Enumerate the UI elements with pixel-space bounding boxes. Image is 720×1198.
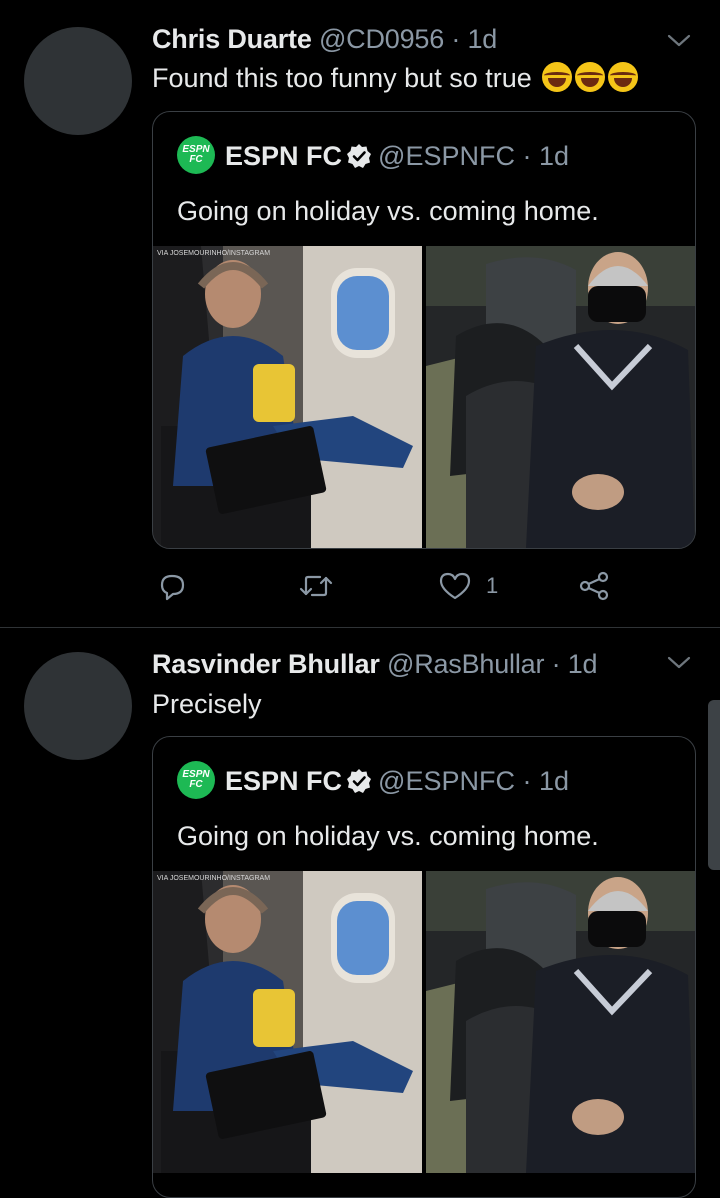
media-grid: VIA JOSEMOURINHO/INSTAGRAM: [153, 871, 695, 1173]
chevron-down-icon[interactable]: [664, 648, 694, 678]
photo-airplane-seat[interactable]: VIA JOSEMOURINHO/INSTAGRAM: [153, 246, 422, 548]
photo-coach-seat[interactable]: [426, 246, 695, 548]
coach-seat-photo-illustration: [426, 246, 695, 548]
tears-of-joy-emoji-icon: [542, 62, 573, 92]
avatar[interactable]: [24, 27, 132, 135]
separator: ·: [451, 24, 461, 54]
verified-badge-icon: [347, 144, 372, 168]
photo-airplane-seat[interactable]: VIA JOSEMOURINHO/INSTAGRAM: [153, 871, 422, 1173]
airplane-seat-photo-illustration: VIA JOSEMOURINHO/INSTAGRAM: [153, 246, 422, 548]
quoted-tweet-text: Going on holiday vs. coming home.: [177, 821, 599, 851]
tweet-text: Found this too funny but so true: [152, 61, 639, 95]
like-button[interactable]: 1: [438, 566, 498, 606]
coach-seat-photo-illustration: [426, 871, 695, 1173]
timestamp[interactable]: 1d: [467, 24, 497, 54]
like-count: 1: [486, 573, 499, 598]
quoted-display-name[interactable]: ESPN FC: [225, 141, 342, 171]
quoted-timestamp[interactable]: 1d: [539, 766, 569, 796]
quoted-tweet[interactable]: ESPN FC ESPN FC @ESPNFC · 1d Going on hol…: [152, 736, 696, 1198]
espn-fc-logo-icon[interactable]: ESPN FC: [177, 136, 215, 174]
tweet-actions: 1: [152, 566, 712, 606]
separator: ·: [522, 766, 532, 796]
share-button[interactable]: [578, 566, 610, 606]
tweet-text-content: Found this too funny but so true: [152, 63, 532, 93]
quoted-tweet-header: ESPN FC ESPN FC @ESPNFC · 1d: [177, 761, 569, 799]
share-icon: [579, 571, 609, 601]
quoted-tweet-header: ESPN FC ESPN FC @ESPNFC · 1d: [177, 136, 569, 174]
watermark: VIA JOSEMOURINHO/INSTAGRAM: [157, 875, 270, 882]
airplane-seat-photo-illustration: VIA JOSEMOURINHO/INSTAGRAM: [153, 871, 422, 1173]
separator: ·: [551, 649, 561, 679]
reply-icon: [160, 574, 185, 601]
quoted-user-handle[interactable]: @ESPNFC: [378, 766, 515, 796]
tweet-text: Precisely: [152, 689, 262, 719]
tweet[interactable]: Rasvinder Bhullar @RasBhullar · 1d Preci…: [0, 628, 720, 1198]
media-grid: VIA JOSEMOURINHO/INSTAGRAM: [153, 246, 695, 548]
chevron-down-icon[interactable]: [664, 26, 694, 56]
heart-icon: [439, 572, 471, 600]
reply-button[interactable]: [156, 566, 188, 606]
retweet-icon: [299, 575, 333, 597]
display-name[interactable]: Rasvinder Bhullar: [152, 649, 380, 679]
watermark: VIA JOSEMOURINHO/INSTAGRAM: [157, 250, 270, 257]
avatar[interactable]: [24, 652, 132, 760]
quoted-display-name[interactable]: ESPN FC: [225, 766, 342, 796]
verified-badge-icon: [347, 769, 372, 793]
separator: ·: [522, 141, 532, 171]
quoted-user-handle[interactable]: @ESPNFC: [378, 141, 515, 171]
display-name[interactable]: Chris Duarte: [152, 24, 312, 54]
quoted-tweet[interactable]: ESPN FC ESPN FC @ESPNFC · 1d Going on hol…: [152, 111, 696, 549]
tweet-header: Chris Duarte @CD0956 · 1d: [152, 22, 497, 56]
timestamp[interactable]: 1d: [568, 649, 598, 679]
scrollbar-thumb[interactable]: [708, 700, 720, 870]
user-handle[interactable]: @CD0956: [319, 24, 444, 54]
tears-of-joy-emoji-icon: [608, 62, 639, 92]
photo-coach-seat[interactable]: [426, 871, 695, 1173]
quoted-timestamp[interactable]: 1d: [539, 141, 569, 171]
tears-of-joy-emoji-icon: [575, 62, 606, 92]
retweet-button[interactable]: [298, 566, 334, 606]
user-handle[interactable]: @RasBhullar: [387, 649, 544, 679]
quoted-tweet-text: Going on holiday vs. coming home.: [177, 196, 599, 226]
tweet[interactable]: Chris Duarte @CD0956 · 1d Found this too…: [0, 0, 720, 628]
tweet-header: Rasvinder Bhullar @RasBhullar · 1d: [152, 647, 598, 681]
espn-fc-logo-icon[interactable]: ESPN FC: [177, 761, 215, 799]
